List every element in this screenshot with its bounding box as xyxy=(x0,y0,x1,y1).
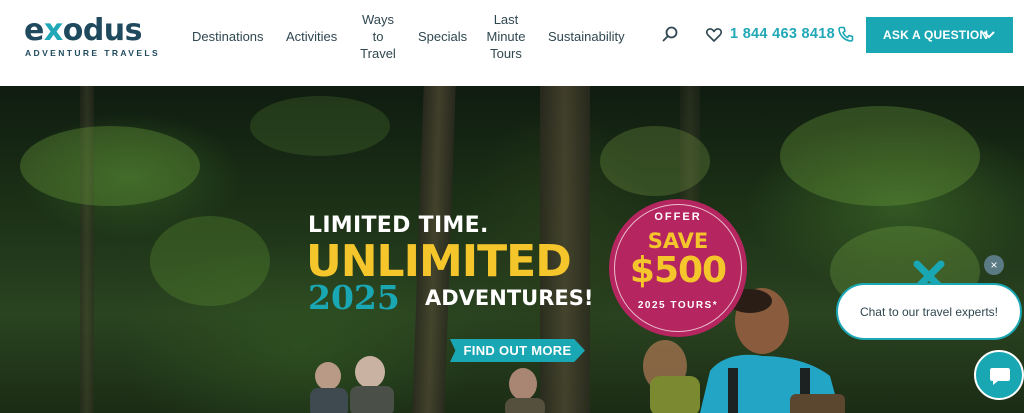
badge-tours-label: 2025 TOURS* xyxy=(637,300,719,311)
offer-badge[interactable]: OFFER SAVE $500 2025 TOURS* xyxy=(609,199,747,337)
nav-last-minute-line3: Tours xyxy=(490,46,522,61)
logo-wordmark: exodus xyxy=(24,13,143,48)
hiker-photo xyxy=(505,368,545,413)
nav-ways-to-travel-line2: to xyxy=(372,29,384,44)
nav-destinations[interactable]: Destinations xyxy=(192,28,264,45)
hero-year: 2025 xyxy=(308,278,400,317)
nav-last-minute-line2: Minute xyxy=(486,29,526,44)
phone-number[interactable]: 1 844 463 8418 xyxy=(730,26,835,42)
chat-prompt-text: Chat to our travel experts! xyxy=(859,304,999,319)
logo-tagline: ADVENTURE TRAVELS xyxy=(25,48,161,58)
nav-ways-to-travel-line3: Travel xyxy=(360,46,396,61)
foliage xyxy=(20,126,200,206)
phone-icon[interactable] xyxy=(838,26,854,47)
badge-offer-label: OFFER xyxy=(654,211,702,223)
nav-ways-to-travel-line1: Ways xyxy=(361,12,395,27)
foliage xyxy=(150,216,270,306)
find-out-more-button[interactable]: FIND OUT MORE xyxy=(450,339,585,362)
foliage xyxy=(250,96,390,156)
hero-headline-adventures: ADVENTURES! xyxy=(425,286,594,310)
heart-icon[interactable] xyxy=(706,27,722,47)
ask-a-question-label: ASK A QUESTION xyxy=(883,28,989,42)
foliage xyxy=(600,126,710,196)
ask-a-question-button[interactable]: ASK A QUESTION xyxy=(866,17,1013,53)
nav-specials[interactable]: Specials xyxy=(418,28,467,45)
badge-amount: $500 xyxy=(629,250,727,291)
chat-prompt-bubble[interactable]: Chat to our travel experts! xyxy=(836,283,1022,340)
hiker-group-photo xyxy=(310,356,394,413)
nav-sustainability[interactable]: Sustainability xyxy=(548,28,625,45)
chat-launcher-button[interactable] xyxy=(974,350,1024,400)
nav-last-minute-tours[interactable]: Last Minute Tours xyxy=(484,11,528,62)
hero-headline-limited-time: LIMITED TIME. xyxy=(308,213,489,238)
site-header: exodus ADVENTURE TRAVELS Destinations Ac… xyxy=(0,0,1024,86)
chat-bubble-icon xyxy=(990,368,1010,385)
chat-close-button[interactable]: × xyxy=(984,255,1004,275)
chevron-down-icon xyxy=(982,29,996,43)
foliage xyxy=(780,106,980,206)
hero-banner: LIMITED TIME. UNLIMITED 2025 ADVENTURES!… xyxy=(0,86,1024,413)
nav-activities[interactable]: Activities xyxy=(286,28,337,45)
nav-ways-to-travel[interactable]: Ways to Travel xyxy=(360,11,396,62)
exodus-logo[interactable]: exodus ADVENTURE TRAVELS xyxy=(24,13,158,60)
search-icon[interactable] xyxy=(662,26,678,47)
nav-last-minute-line1: Last xyxy=(493,12,519,27)
